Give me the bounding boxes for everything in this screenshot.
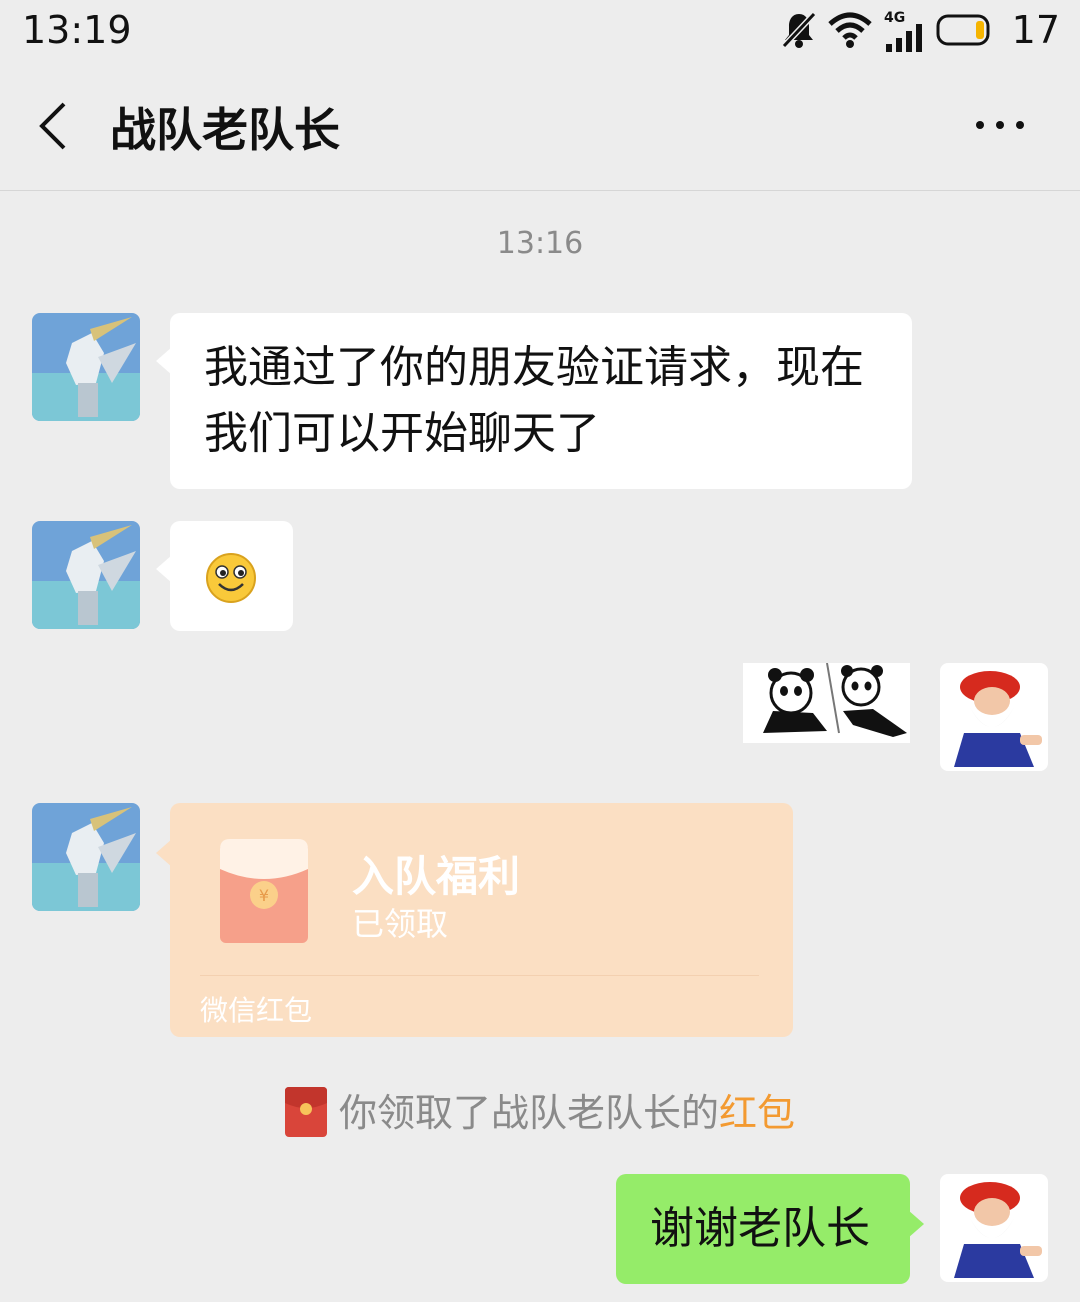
self-avatar[interactable]	[940, 663, 1048, 771]
red-packet-small-icon	[284, 1086, 327, 1137]
battery-icon	[936, 14, 990, 46]
robot-avatar-icon	[32, 803, 140, 911]
contact-avatar[interactable]	[32, 803, 140, 911]
red-packet-link[interactable]: 红包	[719, 1091, 795, 1135]
battery-percent: 17	[1011, 8, 1060, 52]
gnome-avatar-icon	[940, 1174, 1048, 1282]
wifi-icon	[828, 12, 872, 48]
contact-avatar[interactable]	[32, 313, 140, 421]
more-button[interactable]	[976, 114, 1036, 140]
emoji-bubble[interactable]	[156, 521, 293, 631]
sticker-message[interactable]	[743, 662, 910, 743]
gnome-avatar-icon	[940, 663, 1048, 771]
chat-title: 战队老队长	[110, 103, 340, 157]
status-icons: 4G 17	[780, 8, 1060, 52]
red-envelope-icon: ¥	[220, 839, 308, 943]
contact-avatar[interactable]	[32, 521, 140, 629]
back-button[interactable]	[28, 96, 84, 156]
robot-avatar-icon	[32, 313, 140, 421]
mute-icon	[781, 11, 817, 49]
svg-text:¥: ¥	[259, 886, 269, 905]
more-dots-icon	[976, 121, 984, 129]
chat-timestamp: 13:16	[496, 226, 584, 261]
back-arrow-icon	[39, 102, 66, 150]
panda-sticker-icon	[763, 662, 907, 737]
self-avatar[interactable]	[940, 1174, 1048, 1282]
message-bubble-outgoing[interactable]: 谢谢老队长	[616, 1174, 924, 1284]
red-packet-status: 已领取	[352, 905, 449, 943]
robot-avatar-icon	[32, 521, 140, 629]
red-packet-divider	[200, 975, 759, 976]
message-bubble-incoming[interactable]: 我通过了你的朋友验证请求，现在我们可以开始聊天了	[156, 313, 912, 489]
smile-emoji-icon	[206, 553, 256, 603]
title-bar: 战队老队长	[0, 62, 1080, 191]
signal-icon	[886, 24, 922, 52]
red-packet-label: 微信红包	[200, 994, 313, 1027]
red-packet-message[interactable]: ¥ 入队福利 已领取 微信红包	[156, 803, 793, 1037]
message-text: 我通过了你的朋友验证请求，现在我们可以开始聊天了	[204, 342, 864, 459]
status-time: 13:19	[22, 8, 132, 52]
message-text: 谢谢老队长	[650, 1203, 870, 1254]
status-bar: 13:19 4G 17	[0, 0, 1080, 62]
system-notice-text: 你领取了战队老队长的	[338, 1091, 719, 1135]
system-notice: 你领取了战队老队长的红包	[0, 1082, 1080, 1141]
red-packet-title: 入队福利	[352, 852, 521, 901]
